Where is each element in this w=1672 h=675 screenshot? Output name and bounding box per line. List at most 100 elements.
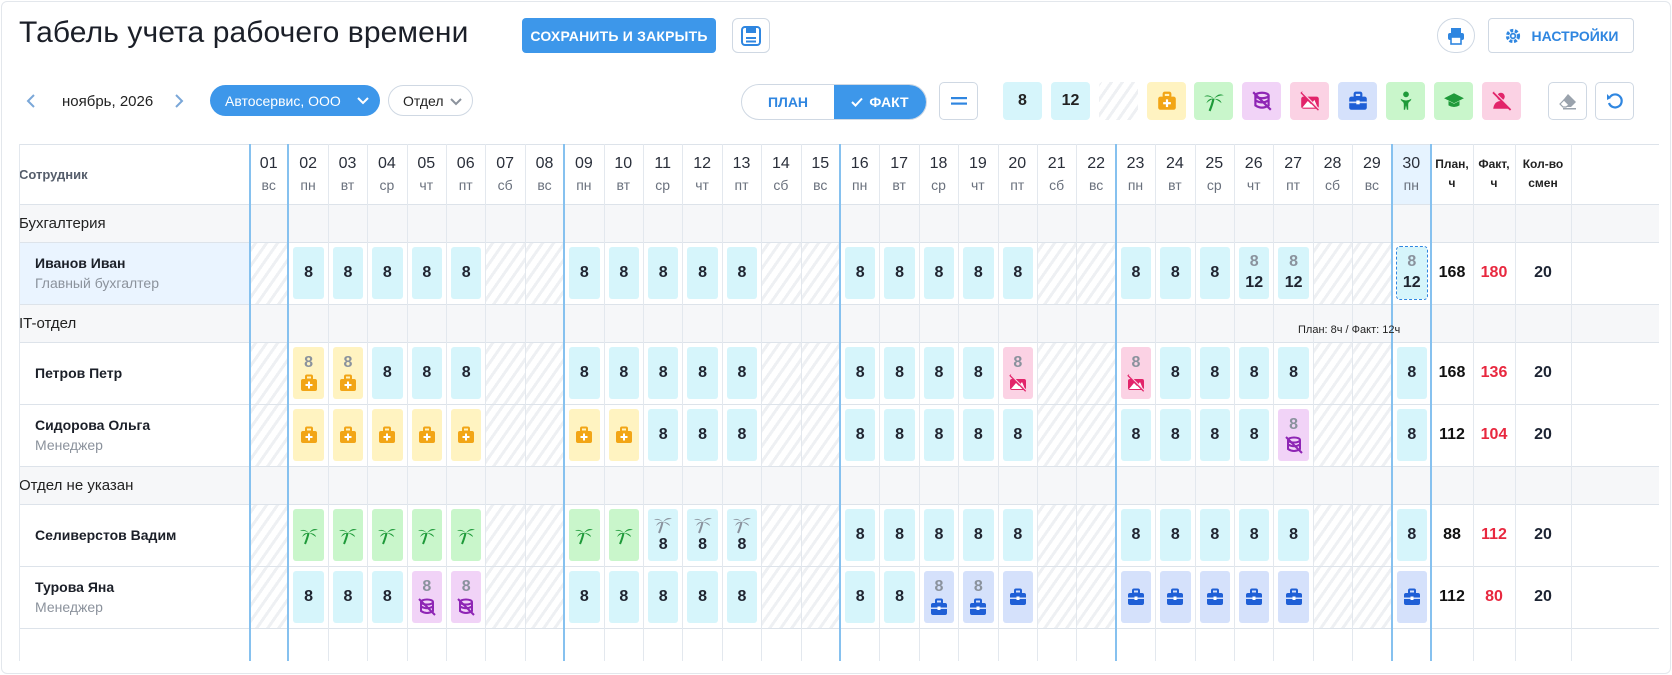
- day-cell[interactable]: [569, 509, 600, 561]
- day-cell[interactable]: 8: [963, 509, 994, 561]
- day-cell[interactable]: [1396, 571, 1427, 623]
- day-header-19[interactable]: 19 чт: [958, 144, 997, 204]
- day-header-03[interactable]: 03 вт: [328, 144, 367, 204]
- day-cell[interactable]: 8: [1120, 247, 1152, 299]
- tool-12-hours[interactable]: 12: [1051, 82, 1090, 120]
- day-cell[interactable]: 8: [1199, 409, 1230, 461]
- day-header-21[interactable]: 21 сб: [1037, 144, 1076, 204]
- tool-business-trip[interactable]: [1338, 82, 1377, 120]
- day-header-29[interactable]: 29 вс: [1352, 144, 1391, 204]
- day-cell[interactable]: 8: [1160, 347, 1191, 399]
- tool-vacation[interactable]: [1194, 82, 1233, 120]
- day-header-14[interactable]: 14 сб: [761, 144, 800, 204]
- day-cell[interactable]: [1002, 571, 1033, 623]
- day-off-cell[interactable]: [801, 567, 840, 628]
- day-cell[interactable]: 8: [1239, 409, 1270, 461]
- day-cell[interactable]: 8: [687, 509, 718, 561]
- day-cell[interactable]: [1278, 571, 1309, 623]
- day-off-cell[interactable]: [250, 405, 289, 466]
- day-off-cell[interactable]: [250, 567, 289, 628]
- day-cell[interactable]: 8: [1278, 409, 1309, 461]
- day-header-28[interactable]: 28 сб: [1313, 144, 1352, 204]
- day-cell[interactable]: 8: [1278, 509, 1309, 561]
- day-header-05[interactable]: 05 чт: [407, 144, 446, 204]
- day-off-cell[interactable]: [486, 505, 525, 566]
- day-cell[interactable]: 8: [1160, 247, 1191, 299]
- day-cell[interactable]: 8 12: [1395, 246, 1428, 300]
- day-cell[interactable]: 8: [1002, 409, 1033, 461]
- day-off-cell[interactable]: [762, 505, 801, 566]
- prev-month-button[interactable]: [20, 88, 42, 114]
- save-and-close-button[interactable]: СОХРАНИТЬ И ЗАКРЫТЬ: [522, 18, 716, 53]
- day-cell[interactable]: 8: [1199, 247, 1230, 299]
- day-off-cell[interactable]: [486, 343, 525, 404]
- day-header-24[interactable]: 24 вт: [1155, 144, 1194, 204]
- day-cell[interactable]: 8: [687, 347, 718, 399]
- tool-study-leave[interactable]: [1434, 82, 1473, 120]
- day-off-cell[interactable]: [762, 405, 801, 466]
- day-cell[interactable]: 8: [1160, 509, 1191, 561]
- day-header-07[interactable]: 07 сб: [485, 144, 524, 204]
- day-cell[interactable]: 8: [293, 247, 324, 299]
- day-cell[interactable]: 8: [1120, 509, 1152, 561]
- day-cell[interactable]: [608, 409, 639, 461]
- employee-cell[interactable]: Селиверстов Вадим: [19, 504, 249, 566]
- day-off-cell[interactable]: [1353, 343, 1392, 404]
- day-cell[interactable]: 8: [293, 347, 324, 399]
- day-cell[interactable]: [1199, 571, 1230, 623]
- day-header-30[interactable]: 30 пн: [1391, 144, 1431, 204]
- day-header-04[interactable]: 04 ср: [367, 144, 406, 204]
- day-cell[interactable]: 8: [451, 347, 482, 399]
- employee-cell[interactable]: Иванов Иван Главный бухгалтер: [19, 242, 249, 304]
- equals-tool-button[interactable]: [939, 82, 978, 120]
- day-header-02[interactable]: 02 пн: [288, 144, 327, 204]
- day-cell[interactable]: 8: [845, 571, 876, 623]
- day-off-cell[interactable]: [1313, 343, 1353, 404]
- day-cell[interactable]: 8: [963, 409, 994, 461]
- day-cell[interactable]: 8: [845, 509, 876, 561]
- day-cell[interactable]: 8 12: [1239, 247, 1270, 299]
- day-off-cell[interactable]: [525, 505, 565, 566]
- day-off-cell[interactable]: [762, 243, 801, 304]
- day-cell[interactable]: [293, 409, 324, 461]
- day-cell[interactable]: 8: [884, 571, 915, 623]
- day-off-cell[interactable]: [1077, 567, 1116, 628]
- day-off-cell[interactable]: [762, 343, 801, 404]
- day-off-cell[interactable]: [1077, 505, 1116, 566]
- day-off-cell[interactable]: [486, 405, 525, 466]
- day-cell[interactable]: 8: [923, 509, 955, 561]
- day-off-cell[interactable]: [525, 243, 565, 304]
- day-off-cell[interactable]: [801, 505, 840, 566]
- day-cell[interactable]: 8: [332, 247, 364, 299]
- day-cell[interactable]: 8: [845, 247, 876, 299]
- day-cell[interactable]: 8: [608, 571, 639, 623]
- day-off-cell[interactable]: [1038, 405, 1077, 466]
- day-off-cell[interactable]: [801, 343, 840, 404]
- day-header-09[interactable]: 09 пн: [564, 144, 603, 204]
- day-cell[interactable]: 8 12: [1278, 247, 1309, 299]
- day-off-cell[interactable]: [1038, 243, 1077, 304]
- day-cell[interactable]: 8: [1239, 509, 1270, 561]
- day-cell[interactable]: 8: [726, 247, 758, 299]
- organization-select[interactable]: Автосервис, ООО: [210, 85, 380, 116]
- day-off-cell[interactable]: [250, 243, 289, 304]
- day-cell[interactable]: 8: [608, 247, 639, 299]
- day-header-12[interactable]: 12 чт: [682, 144, 721, 204]
- day-cell[interactable]: 8: [687, 409, 718, 461]
- day-cell[interactable]: 8: [963, 571, 994, 623]
- day-cell[interactable]: [372, 509, 403, 561]
- day-cell[interactable]: 8: [608, 347, 639, 399]
- day-cell[interactable]: [372, 409, 403, 461]
- day-cell[interactable]: 8: [332, 347, 364, 399]
- day-header-23[interactable]: 23 пн: [1116, 144, 1155, 204]
- day-off-cell[interactable]: [1353, 243, 1392, 304]
- day-cell[interactable]: 8: [1199, 347, 1230, 399]
- day-header-15[interactable]: 15 вс: [801, 144, 840, 204]
- employee-cell[interactable]: Турова Яна Менеджер: [19, 566, 249, 628]
- day-cell[interactable]: 8: [1278, 347, 1309, 399]
- day-cell[interactable]: 8: [884, 509, 915, 561]
- day-cell[interactable]: 8: [726, 409, 758, 461]
- day-header-13[interactable]: 13 пт: [722, 144, 761, 204]
- day-off-cell[interactable]: [1038, 343, 1077, 404]
- day-cell[interactable]: 8: [884, 347, 915, 399]
